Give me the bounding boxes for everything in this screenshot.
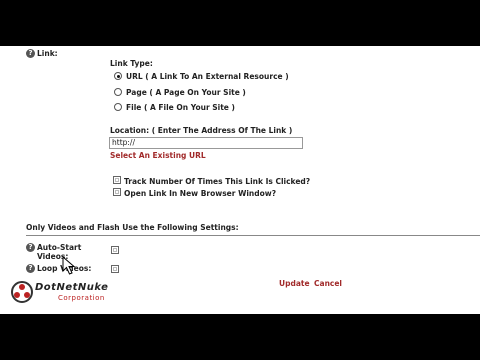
auto-start-checkbox[interactable] (111, 246, 119, 254)
radio-page-label[interactable]: Page ( A Page On Your Site ) (126, 88, 246, 97)
link-label: Link: (37, 49, 58, 58)
radio-url[interactable] (114, 72, 122, 80)
track-clicks-checkbox[interactable] (113, 176, 121, 184)
section-divider (26, 235, 480, 236)
location-label: Location: ( Enter The Address Of The Lin… (110, 126, 293, 135)
help-icon[interactable]: ? (26, 264, 35, 273)
help-icon[interactable]: ? (26, 243, 35, 252)
loop-checkbox[interactable] (111, 265, 119, 273)
new-window-checkbox[interactable] (113, 188, 121, 196)
help-icon[interactable]: ? (26, 49, 35, 58)
new-window-label: Open Link In New Browser Window? (124, 189, 277, 198)
radio-file-label[interactable]: File ( A File On Your Site ) (126, 103, 235, 112)
location-input[interactable]: http:// (109, 137, 303, 149)
update-button[interactable]: Update (279, 279, 310, 288)
link-settings-panel: ? Link: Link Type: URL ( A Link To An Ex… (0, 46, 480, 314)
brand-name: DotNetNuke (35, 282, 109, 293)
select-existing-url-link[interactable]: Select An Existing URL (110, 151, 206, 160)
link-type-label: Link Type: (110, 59, 153, 68)
radio-url-label[interactable]: URL ( A Link To An External Resource ) (126, 72, 289, 81)
mouse-cursor-icon (62, 256, 76, 275)
dotnetnuke-logo: DotNetNuke Corporation (10, 279, 130, 305)
track-clicks-label: Track Number Of Times This Link Is Click… (124, 177, 311, 186)
radio-file[interactable] (114, 103, 122, 111)
section-title: Only Videos and Flash Use the Following … (26, 223, 239, 232)
dotnetnuke-logo-icon (11, 281, 33, 303)
radio-page[interactable] (114, 88, 122, 96)
cancel-button[interactable]: Cancel (314, 279, 342, 288)
brand-sub: Corporation (58, 294, 105, 302)
